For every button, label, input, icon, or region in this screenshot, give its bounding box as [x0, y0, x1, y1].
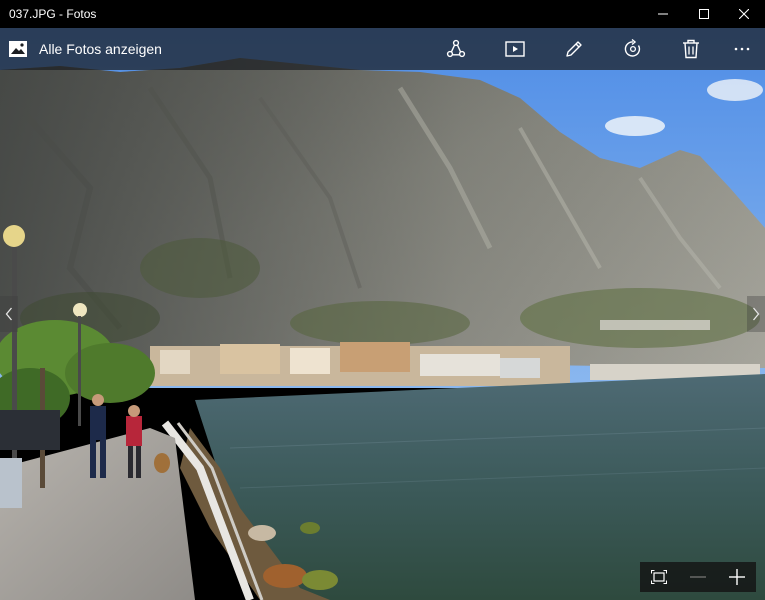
- photos-app-window: 037.JPG - Fotos Alle Fotos anzeigen: [0, 0, 765, 600]
- chevron-right-icon: [753, 307, 760, 321]
- photos-gallery-icon: [9, 41, 27, 57]
- slideshow-button[interactable]: [496, 34, 534, 64]
- close-icon: [739, 9, 749, 19]
- previous-photo-button[interactable]: [0, 296, 18, 332]
- window-title: 037.JPG - Fotos: [9, 7, 97, 21]
- minus-icon: [690, 576, 706, 578]
- share-icon: [446, 39, 466, 58]
- pencil-icon: [566, 41, 582, 57]
- fit-to-window-button[interactable]: [640, 562, 678, 592]
- slideshow-icon: [505, 41, 525, 57]
- edit-button[interactable]: [555, 34, 593, 64]
- photo-canvas[interactable]: [0, 28, 765, 600]
- zoom-out-button[interactable]: [679, 562, 717, 592]
- fit-to-window-icon: [651, 570, 667, 584]
- minimize-button[interactable]: [643, 0, 683, 28]
- rotate-button[interactable]: [614, 34, 652, 64]
- show-all-photos-link[interactable]: Alle Fotos anzeigen: [9, 37, 162, 61]
- show-all-photos-label: Alle Fotos anzeigen: [39, 41, 162, 57]
- zoom-in-button[interactable]: [718, 562, 756, 592]
- maximize-button[interactable]: [684, 0, 724, 28]
- more-icon: [734, 47, 750, 51]
- delete-button[interactable]: [672, 34, 710, 64]
- plus-icon: [729, 569, 745, 585]
- trash-icon: [683, 39, 699, 59]
- command-bar: Alle Fotos anzeigen: [0, 28, 765, 70]
- lake-mountain-photo: [0, 28, 765, 600]
- zoom-controls: [640, 562, 756, 592]
- more-options-button[interactable]: [723, 34, 761, 64]
- close-button[interactable]: [724, 0, 764, 28]
- next-photo-button[interactable]: [747, 296, 765, 332]
- minimize-icon: [658, 13, 668, 15]
- rotate-icon: [624, 39, 641, 57]
- chevron-left-icon: [5, 307, 12, 321]
- share-button[interactable]: [437, 34, 475, 64]
- maximize-icon: [699, 9, 709, 19]
- title-bar: 037.JPG - Fotos: [0, 0, 765, 28]
